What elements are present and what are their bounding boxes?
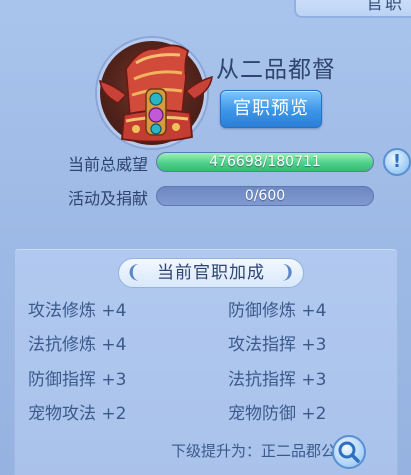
prestige-label: 当前总威望 <box>67 155 148 174</box>
curl-left-icon: ❨ <box>125 262 143 283</box>
exclamation-icon[interactable]: ! <box>383 148 411 176</box>
bonus-item: 攻法指挥 +3 <box>228 335 327 355</box>
next-rank-text: 下级提升为：正二品郡公 <box>170 442 336 460</box>
rank-title: 从二品都督 <box>216 57 336 83</box>
activity-value: 0/600 <box>244 188 286 204</box>
rank-badge <box>97 38 213 148</box>
bonus-item: 宠物防御 +2 <box>228 404 327 424</box>
top-tab[interactable]: 官职 <box>294 0 411 18</box>
rank-preview-button[interactable]: 官职预览 <box>220 90 322 128</box>
bonus-item: 宠物攻法 +2 <box>28 404 127 424</box>
bonus-item: 法抗指挥 +3 <box>228 370 327 390</box>
bonus-item: 防御指挥 +3 <box>28 370 127 390</box>
magnifier-icon <box>338 441 360 463</box>
activity-label: 活动及捐献 <box>67 189 148 208</box>
bonus-item: 法抗修炼 +4 <box>28 335 127 355</box>
prestige-bar: 476698/180711 <box>156 152 374 172</box>
official-hat-icon <box>99 44 213 143</box>
activity-bar: 0/600 <box>156 186 374 206</box>
bonus-title-text: 当前官职加成 <box>157 263 265 283</box>
curl-right-icon: ❩ <box>279 262 297 283</box>
top-tab-label: 官职 <box>366 0 404 14</box>
bonus-panel-title: ❨ 当前官职加成 ❩ <box>118 258 304 288</box>
prestige-value: 476698/180711 <box>209 154 321 170</box>
search-button[interactable] <box>332 435 366 469</box>
bonus-item: 攻法修炼 +4 <box>28 301 127 321</box>
bonus-item: 防御修炼 +4 <box>228 301 327 321</box>
